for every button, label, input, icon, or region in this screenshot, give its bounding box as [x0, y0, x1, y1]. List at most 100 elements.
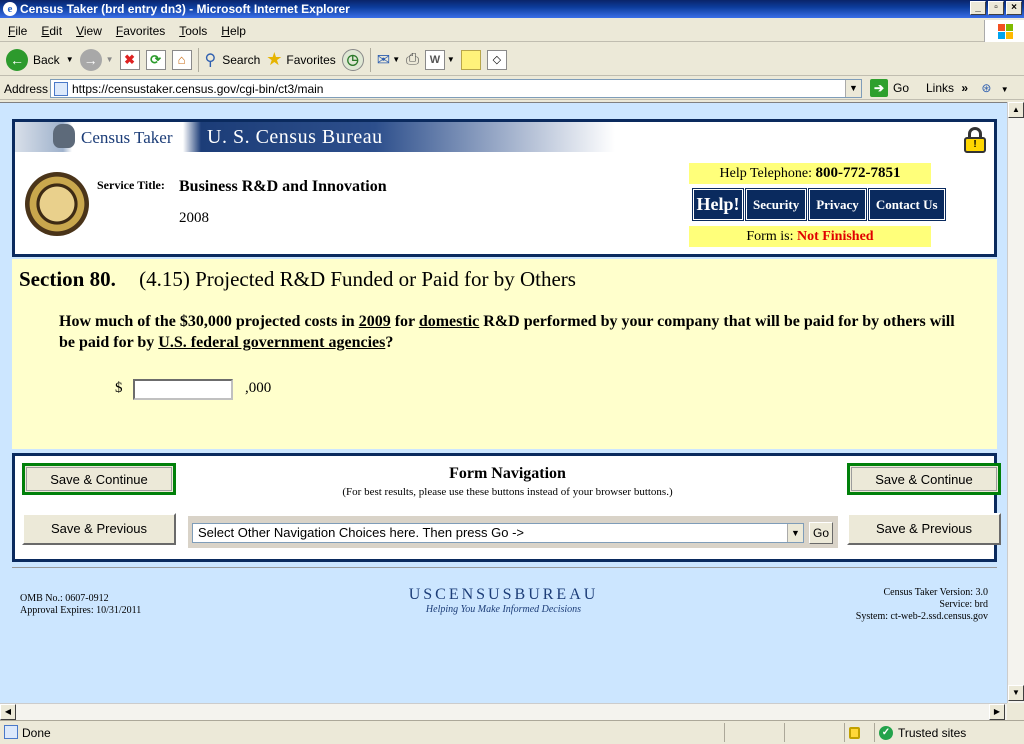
- links-toolbar[interactable]: Links » ⊛ ▼: [926, 81, 1009, 95]
- security-button[interactable]: Security: [744, 188, 808, 221]
- secure-lock-cell: [844, 723, 874, 742]
- privacy-button[interactable]: Privacy: [808, 188, 867, 221]
- menu-favorites[interactable]: Favorites: [116, 24, 165, 38]
- padlock-icon: !: [964, 127, 986, 153]
- page-icon: [4, 725, 18, 739]
- service-title: Business R&D and Innovation: [179, 178, 387, 195]
- question-area: Section 80. (4.15) Projected R&D Funded …: [12, 259, 997, 449]
- edit-button[interactable]: W ▼: [424, 49, 455, 70]
- page-icon: [54, 81, 68, 96]
- back-arrow-icon: ←: [6, 48, 28, 71]
- links-label: Links: [926, 81, 955, 95]
- form-status-label: Form is:: [746, 229, 794, 244]
- scroll-left-button[interactable]: ◀: [0, 704, 16, 720]
- favorites-button[interactable]: ★ Favorites: [266, 49, 336, 70]
- back-button[interactable]: ← Back ▼: [6, 48, 74, 71]
- refresh-button[interactable]: ⟳: [145, 49, 166, 70]
- address-input[interactable]: https://censustaker.census.gov/cgi-bin/c…: [50, 79, 862, 98]
- mail-icon: ✉: [376, 51, 391, 69]
- menu-edit[interactable]: Edit: [41, 24, 62, 38]
- scroll-down-button[interactable]: ▼: [1008, 685, 1024, 701]
- menu-help[interactable]: Help: [221, 24, 246, 38]
- note-icon: [460, 49, 481, 70]
- navigation-select[interactable]: Select Other Navigation Choices here. Th…: [192, 523, 804, 543]
- section-heading: Section 80. (4.15) Projected R&D Funded …: [19, 267, 576, 292]
- footer-divider: [12, 567, 997, 568]
- history-button[interactable]: ◷: [341, 48, 364, 71]
- navigation-go-button[interactable]: Go: [809, 522, 833, 544]
- print-button[interactable]: ⎙: [406, 51, 419, 69]
- contact-us-button[interactable]: Contact Us: [867, 188, 946, 221]
- amount-input[interactable]: [133, 379, 233, 400]
- minimize-button[interactable]: _: [970, 1, 986, 15]
- maximize-button[interactable]: ▫: [988, 1, 1004, 15]
- help-button[interactable]: Help!: [692, 188, 744, 221]
- address-go-button[interactable]: ➔ Go: [870, 79, 909, 97]
- favorites-label: Favorites: [286, 52, 336, 67]
- chevron-down-icon: ▼: [392, 55, 401, 64]
- menu-file[interactable]: File: [8, 24, 27, 38]
- help-telephone-number: 800-772-7851: [815, 165, 901, 181]
- page-header: Census Taker U. S. Census Bureau ! Servi…: [12, 119, 997, 257]
- section-title: (4.15) Projected R&D Funded or Paid for …: [139, 267, 576, 291]
- home-button[interactable]: ⌂: [171, 49, 192, 70]
- system-name: System: ct-web-2.ssd.census.gov: [855, 611, 988, 622]
- chevron-down-icon: ▼: [105, 55, 114, 64]
- lock-icon: [849, 726, 860, 739]
- service-title-label: Service Title:: [97, 178, 165, 192]
- close-button[interactable]: ×: [1006, 1, 1022, 15]
- chevron-down-icon[interactable]: ▼: [845, 80, 861, 97]
- mail-button[interactable]: ✉ ▼: [377, 50, 400, 70]
- help-telephone: Help Telephone: 800-772-7851: [689, 163, 931, 184]
- census-banner: Census Taker U. S. Census Bureau: [15, 122, 615, 152]
- link-2009[interactable]: 2009: [359, 313, 391, 330]
- refresh-icon: ⟳: [145, 49, 166, 70]
- commerce-seal-icon: [25, 172, 89, 236]
- section-number: Section 80.: [19, 267, 116, 291]
- star-icon: ★: [266, 49, 283, 69]
- navigation-select-value: Select Other Navigation Choices here. Th…: [198, 525, 525, 540]
- menu-tools[interactable]: Tools: [179, 24, 207, 38]
- forward-arrow-icon: →: [79, 48, 102, 71]
- search-icon: ⚲: [204, 51, 217, 69]
- globe-icon: ⊛: [981, 81, 992, 95]
- survey-year: 2008: [179, 210, 209, 226]
- link-federal-agencies[interactable]: U.S. federal government agencies: [158, 334, 385, 351]
- horizontal-scrollbar[interactable]: ◀ ▶: [0, 703, 1007, 720]
- search-button[interactable]: ⚲ Search: [205, 50, 261, 70]
- scroll-right-button[interactable]: ▶: [989, 704, 1005, 720]
- save-previous-button-right[interactable]: Save & Previous: [847, 513, 1001, 545]
- scroll-up-button[interactable]: ▲: [1008, 102, 1024, 118]
- vertical-scrollbar[interactable]: ▲ ▼: [1007, 102, 1024, 703]
- status-text: Done: [22, 725, 51, 740]
- search-label: Search: [222, 52, 261, 67]
- status-bar: Done ✓ Trusted sites: [0, 720, 1024, 744]
- menu-bar: File Edit View Favorites Tools Help: [0, 20, 1024, 42]
- word-icon: W: [424, 49, 445, 70]
- check-icon: ✓: [879, 725, 893, 740]
- bureau-name: U. S. Census Bureau: [207, 126, 383, 148]
- version-info: Census Taker Version: 3.0 Service: brd S…: [856, 587, 988, 623]
- page-content: Census Taker U. S. Census Bureau ! Servi…: [0, 102, 1007, 703]
- thousands-suffix: ,000: [245, 380, 272, 396]
- ie-icon: e: [3, 2, 17, 16]
- address-label: Address: [4, 81, 49, 96]
- messenger-button[interactable]: ◇: [486, 49, 507, 70]
- eagle-icon: [53, 124, 75, 148]
- security-zone[interactable]: ✓ Trusted sites: [874, 723, 1024, 742]
- form-navigation: Save & Continue Save & Continue Save & P…: [12, 453, 1001, 562]
- logo-text-a: USCENSUS: [408, 586, 515, 603]
- save-previous-button-left[interactable]: Save & Previous: [22, 513, 176, 545]
- windows-logo-icon: [984, 20, 1024, 42]
- chevron-down-icon: ▼: [1000, 85, 1009, 94]
- history-icon: ◷: [341, 48, 364, 71]
- discuss-button[interactable]: [460, 49, 481, 70]
- stop-icon: ✖: [119, 49, 140, 70]
- link-domestic[interactable]: domestic: [419, 313, 479, 330]
- stop-button[interactable]: ✖: [119, 49, 140, 70]
- forward-button[interactable]: → ▼: [79, 48, 114, 71]
- chevron-down-icon[interactable]: ▼: [787, 524, 803, 542]
- address-url: https://censustaker.census.gov/cgi-bin/c…: [72, 81, 324, 96]
- menu-view[interactable]: View: [76, 24, 102, 38]
- question-text: How much of the $30,000 projected costs …: [59, 313, 955, 351]
